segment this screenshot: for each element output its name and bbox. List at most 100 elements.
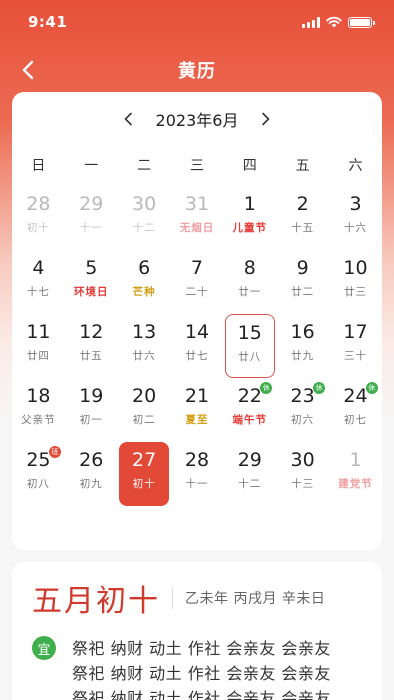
day-lunar-label: 初十 (132, 478, 156, 490)
day-cell[interactable]: 7 二十 (171, 250, 224, 314)
work-day-badge: 班 (48, 446, 61, 458)
day-cell[interactable]: 30 十二 (118, 186, 171, 250)
day-cell-selected[interactable]: 27 初十 (118, 442, 171, 506)
day-number: 2 (296, 193, 309, 215)
day-number: 26 (79, 449, 104, 471)
day-lunar-label: 芒种 (132, 286, 156, 298)
day-number: 24 (343, 385, 368, 407)
day-number: 21 (184, 385, 210, 407)
day-cell[interactable]: 22 端午节休 (223, 378, 276, 442)
day-cell[interactable]: 12 廿五 (65, 314, 118, 378)
day-cell[interactable]: 29 十一 (65, 186, 118, 250)
divider (172, 587, 173, 609)
day-cell-inner: 7 二十 (172, 250, 222, 314)
day-cell[interactable]: 19 初一 (65, 378, 118, 442)
day-cell[interactable]: 26 初九 (65, 442, 118, 506)
day-cell-inner: 28 十一 (172, 442, 222, 506)
day-cell-inner: 13 廿六 (119, 314, 169, 378)
day-cell-inner: 1 儿童节 (225, 186, 275, 250)
day-cell[interactable]: 13 廿六 (118, 314, 171, 378)
day-cell[interactable]: 5 环境日 (65, 250, 118, 314)
day-lunar-label: 廿一 (238, 286, 262, 298)
next-month-button[interactable] (256, 109, 276, 129)
day-number: 20 (132, 385, 157, 407)
day-cell-inner: 17 三十 (330, 314, 380, 378)
day-cell[interactable]: 24 初七 休 (329, 378, 382, 442)
day-cell-inner: 9 廿二 (278, 250, 328, 314)
day-number: 18 (26, 385, 51, 407)
day-cell[interactable]: 25 初八 班 (12, 442, 65, 506)
weekday-label: 一 (84, 158, 99, 174)
day-cell[interactable]: 6 芒种 (118, 250, 171, 314)
day-cell[interactable]: 31 无烟日 (171, 186, 224, 250)
day-cell[interactable]: 16 廿九 (276, 314, 329, 378)
day-cell[interactable]: 2 十五 (276, 186, 329, 250)
day-cell-inner: 31 无烟日 (172, 186, 222, 250)
day-number: 25 (26, 449, 51, 471)
day-cell-inner: 8 廿一 (225, 250, 275, 314)
day-lunar-label: 夏至 (185, 414, 209, 426)
yi-line: 祭祀 纳财 动土 作社 会亲友 会亲友 (72, 689, 331, 700)
day-cell-inner: 4 十七 (13, 250, 63, 314)
prev-month-button[interactable] (118, 109, 138, 129)
day-cell-inner: 16 廿九 (278, 314, 328, 378)
chevron-left-icon (124, 112, 132, 126)
day-number: 31 (184, 193, 210, 215)
day-number: 3 (349, 193, 362, 215)
day-cell[interactable]: 9 廿二 (276, 250, 329, 314)
day-cell-inner: 2 十五 (278, 186, 328, 250)
day-cell[interactable]: 29 十二 (223, 442, 276, 506)
day-cell[interactable]: 21 夏至 (171, 378, 224, 442)
day-lunar-label: 廿八 (238, 351, 262, 363)
day-cell-inner: 20 初二 (119, 378, 169, 442)
day-number: 22 (237, 385, 262, 407)
day-cell[interactable]: 8 廿一 (223, 250, 276, 314)
day-cell-inner: 28 初十 (13, 186, 63, 250)
day-cell-inner: 21 夏至 (172, 378, 222, 442)
day-lunar-label: 廿五 (79, 350, 103, 362)
day-cell[interactable]: 11 廿四 (12, 314, 65, 378)
yi-line: 祭祀 纳财 动土 作社 会亲友 会亲友 (72, 639, 331, 658)
day-number: 11 (26, 321, 51, 343)
day-cell[interactable]: 18 父亲节 (12, 378, 65, 442)
day-number: 28 (26, 193, 51, 215)
day-cell[interactable]: 28 初十 (12, 186, 65, 250)
holiday-badge: 休 (365, 382, 378, 394)
day-lunar-label: 廿三 (343, 286, 367, 298)
status-icons (302, 16, 375, 28)
day-cell[interactable]: 17 三十 (329, 314, 382, 378)
day-lunar-label: 十一 (79, 222, 103, 234)
day-cell[interactable]: 3 十六 (329, 186, 382, 250)
day-cell[interactable]: 1 儿童节 (223, 186, 276, 250)
day-cell[interactable]: 14 廿七 (171, 314, 224, 378)
day-cell[interactable]: 4 十七 (12, 250, 65, 314)
day-cell-inner: 27 初十 (119, 442, 170, 506)
day-number: 6 (138, 257, 151, 279)
weekday-label: 六 (348, 158, 363, 174)
day-cell-inner: 30 十三 (278, 442, 328, 506)
weekday-header: 日一二三四五六 (12, 146, 382, 186)
yi-line: 祭祀 纳财 动土 作社 会亲友 会亲友 (72, 664, 331, 683)
day-lunar-label: 儿童节 (232, 222, 268, 234)
day-cell-today[interactable]: 15 廿八 (223, 314, 276, 378)
day-number: 16 (290, 321, 315, 343)
day-cell[interactable]: 28 十一 (171, 442, 224, 506)
yi-badge: 宜 (32, 636, 56, 660)
day-lunar-label: 十一 (185, 478, 209, 490)
day-lunar-label: 三十 (343, 350, 367, 362)
lunar-header: 五月初十 乙未年 丙戌月 辛未日 (32, 576, 362, 620)
day-cell[interactable]: 23 初六 休 (276, 378, 329, 442)
day-cell-inner: 19 初一 (66, 378, 116, 442)
day-cell-inner: 3 十六 (330, 186, 380, 250)
day-number: 30 (290, 449, 315, 471)
battery-icon (348, 16, 375, 28)
day-number: 27 (132, 449, 157, 471)
chevron-right-icon (262, 112, 270, 126)
back-button[interactable] (14, 56, 42, 84)
day-cell-inner: 12 廿五 (66, 314, 116, 378)
day-cell[interactable]: 30 十三 (276, 442, 329, 506)
day-lunar-label: 初七 (343, 414, 367, 426)
day-cell[interactable]: 10 廿三 (329, 250, 382, 314)
day-cell[interactable]: 20 初二 (118, 378, 171, 442)
day-cell[interactable]: 1 建党节 (329, 442, 382, 506)
